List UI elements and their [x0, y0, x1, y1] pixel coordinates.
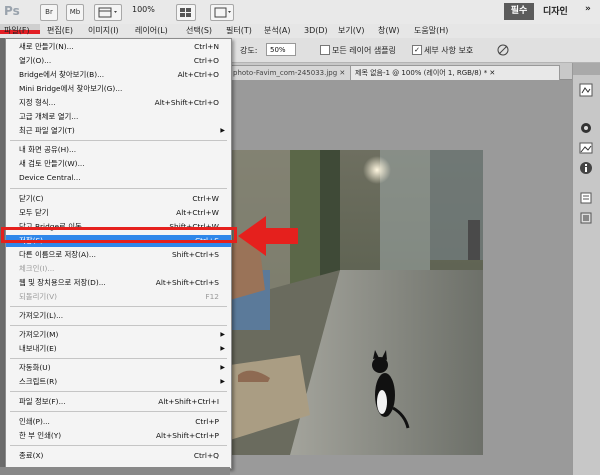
panel-dock-header[interactable]: [573, 63, 600, 75]
menu-separator: [10, 411, 227, 412]
menu-item-new[interactable]: 새로 만들기(N)... Ctrl+N: [6, 41, 231, 53]
zoom-level[interactable]: 100%: [132, 5, 155, 14]
document-tabs: photo-Favim_com-245033.jpg ✕ 제목 없음-1 @ 1…: [228, 63, 572, 80]
photoshop-logo: Ps: [4, 4, 20, 18]
menu-separator: [10, 445, 227, 446]
bridge-button[interactable]: Br: [40, 4, 58, 21]
menu-separator: [10, 188, 227, 189]
arrange-icon: [180, 8, 191, 17]
menu-item-open[interactable]: 열기(O)... Ctrl+O: [6, 55, 231, 67]
menu-edit[interactable]: 편집(E): [47, 24, 73, 38]
workspace-design[interactable]: 디자인: [543, 4, 568, 17]
menu-item-open-recent[interactable]: 최근 파일 열기(T) ▶: [6, 125, 231, 137]
menu-item-device-central[interactable]: Device Central...: [6, 172, 231, 184]
application-bar: Ps Br Mb 100% 필수 디자인 »: [0, 0, 600, 25]
menu-window[interactable]: 창(W): [378, 24, 400, 38]
menu-item-save-for-web[interactable]: 웹 및 장치용으로 저장(D)... Alt+Shift+Ctrl+S: [6, 277, 231, 289]
file-menu-dropdown: 새로 만들기(N)... Ctrl+N 열기(O)... Ctrl+O Bridge…: [5, 38, 232, 469]
adjustments-icon[interactable]: [579, 121, 593, 135]
menu-item-file-info[interactable]: 파일 정보(F)... Alt+Shift+Ctrl+I: [6, 396, 231, 408]
menu-item-revert: 되돌리기(V) F12: [19, 292, 219, 301]
menu-item-exit[interactable]: 종료(X) Ctrl+Q: [6, 450, 231, 462]
menu-item-open-as[interactable]: 지정 형식... Alt+Shift+Ctrl+O: [6, 97, 231, 109]
menu-separator: [10, 325, 227, 326]
options-bar: 강도: 50% 모든 레이어 샘플링 ✓ 세부 사항 보호: [230, 38, 600, 63]
menu-separator: [10, 358, 227, 359]
tab-photo-favim[interactable]: photo-Favim_com-245033.jpg ✕: [228, 65, 356, 80]
menu-image[interactable]: 이미지(I): [88, 24, 119, 38]
menu-item-import[interactable]: 가져오기(M) ▶: [6, 329, 231, 341]
detail-protect-label: 세부 사항 보호: [424, 46, 474, 55]
menu-item-new-review[interactable]: 새 검토 만들기(W)...: [6, 158, 231, 170]
menu-item-close-all[interactable]: 모두 닫기 Alt+Ctrl+W: [6, 207, 231, 219]
menu-item-browse-mini-bridge[interactable]: Mini Bridge에서 찾아보기(G)...: [6, 83, 231, 95]
info-icon[interactable]: [579, 161, 593, 175]
detail-protect-checkbox[interactable]: ✓: [412, 45, 422, 55]
layers-icon[interactable]: [579, 191, 593, 205]
menu-item-export[interactable]: 내보내기(E) ▶: [6, 343, 231, 355]
menu-item-share-screen[interactable]: 내 화면 공유(H)...: [6, 144, 231, 156]
menu-select[interactable]: 선택(S): [186, 24, 212, 38]
arrange-documents-button[interactable]: [176, 4, 196, 21]
screen-mode-icon: [214, 7, 231, 18]
menu-view[interactable]: 보기(V): [338, 24, 364, 38]
menu-separator: [10, 391, 227, 392]
view-extras-icon: [98, 7, 117, 18]
menu-item-check-in: 체크인(I)...: [19, 264, 55, 273]
strength-label: 강도:: [240, 46, 258, 55]
menu-item-scripts[interactable]: 스크립트(R) ▶: [6, 376, 231, 388]
menu-item-place[interactable]: 가져오기(L)...: [6, 310, 231, 322]
color-panel-icon[interactable]: [579, 83, 593, 97]
view-extras-button[interactable]: [94, 4, 122, 21]
menu-analysis[interactable]: 분석(A): [264, 24, 290, 38]
menu-item-print[interactable]: 인쇄(P)... Ctrl+P: [6, 416, 231, 428]
menu-separator: [10, 306, 227, 307]
status-strip: [0, 467, 230, 475]
menu-bar: 파일(F) 편집(E) 이미지(I) 레이어(L) 선택(S) 필터(T) 분석…: [0, 24, 600, 38]
menu-layer[interactable]: 레이어(L): [135, 24, 168, 38]
document-photo[interactable]: [230, 150, 483, 455]
menu-item-close[interactable]: 닫기(C) Ctrl+W: [6, 193, 231, 205]
menu-filter[interactable]: 필터(T): [226, 24, 252, 38]
mini-bridge-button[interactable]: Mb: [66, 4, 84, 21]
screen-mode-button[interactable]: [210, 4, 234, 21]
channels-icon[interactable]: [579, 211, 593, 225]
photo-image: [230, 150, 483, 455]
tab-untitled-1[interactable]: 제목 없음-1 @ 100% (레이어 1, RGB/8) * ✕: [350, 65, 560, 80]
sample-all-layers-checkbox[interactable]: [320, 45, 330, 55]
menu-separator: [10, 140, 227, 141]
menu-file[interactable]: 파일(F): [0, 24, 40, 35]
workspace-more[interactable]: »: [585, 4, 591, 14]
menu-3d[interactable]: 3D(D): [304, 24, 328, 38]
menu-item-browse-bridge[interactable]: Bridge에서 찾아보기(B)... Alt+Ctrl+O: [6, 69, 231, 81]
save-highlight-box: [1, 227, 237, 243]
menu-item-print-one-copy[interactable]: 한 부 인쇄(Y) Alt+Shift+Ctrl+P: [6, 430, 231, 442]
menu-item-automate[interactable]: 자동화(U) ▶: [6, 362, 231, 374]
image-panel-icon[interactable]: [579, 141, 593, 155]
menu-item-open-smart-object[interactable]: 고급 개체로 열기...: [6, 111, 231, 123]
workspace-essentials[interactable]: 필수: [504, 3, 534, 20]
red-arrow-annotation: [238, 216, 298, 256]
pressure-brush-icon[interactable]: [496, 43, 510, 57]
menu-item-save-as[interactable]: 다른 이름으로 저장(A)... Shift+Ctrl+S: [6, 249, 231, 261]
strength-input[interactable]: 50%: [266, 43, 296, 56]
menu-help[interactable]: 도움말(H): [414, 24, 448, 38]
panel-dock: [572, 63, 600, 475]
sample-all-layers-label: 모든 레이어 샘플링: [332, 46, 396, 55]
